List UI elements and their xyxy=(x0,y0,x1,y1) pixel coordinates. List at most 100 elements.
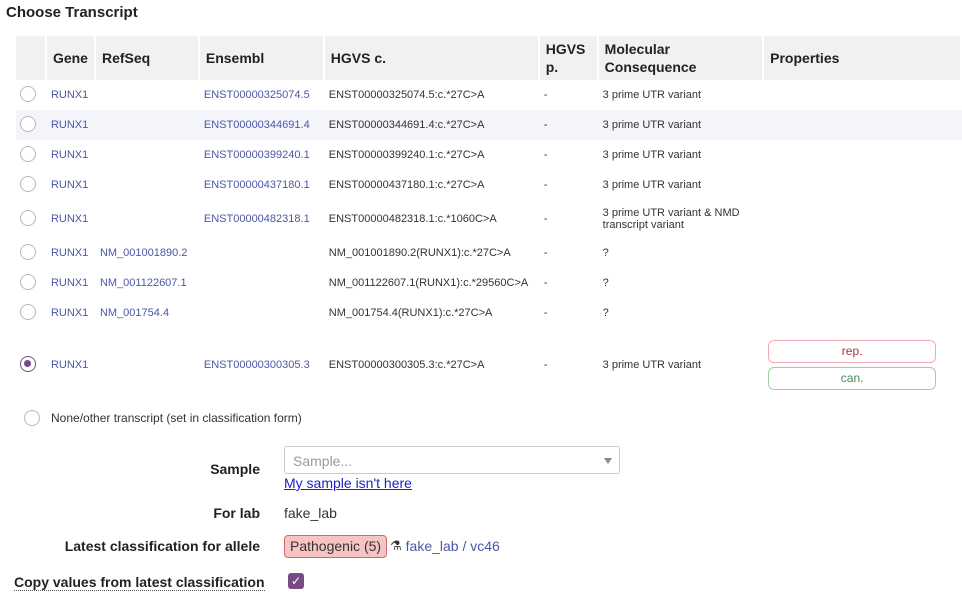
gene-link[interactable]: RUNX1 xyxy=(51,119,88,131)
table-row-selected[interactable]: RUNX1 ENST00000300305.3 ENST00000300305.… xyxy=(16,328,962,402)
sample-label: Sample xyxy=(210,461,260,477)
header-hgvs-c: HGVS c. xyxy=(324,36,540,80)
consequence-cell: 3 prime UTR variant xyxy=(602,149,702,161)
gene-link[interactable]: RUNX1 xyxy=(51,247,88,259)
sample-select[interactable]: Sample... xyxy=(284,446,620,474)
properties-cell: rep. can. xyxy=(764,328,962,402)
ensembl-link[interactable]: ENST00000300305.3 xyxy=(204,359,310,371)
transcript-table: Gene RefSeq Ensembl HGVS c. HGVS p. Mole… xyxy=(16,36,962,402)
transcript-radio[interactable] xyxy=(20,243,36,260)
ensembl-link[interactable]: ENST00000344691.4 xyxy=(204,119,310,131)
consequence-cell: 3 prime UTR variant xyxy=(602,89,702,101)
ensembl-link[interactable]: ENST00000325074.5 xyxy=(204,89,310,101)
transcript-radio[interactable] xyxy=(20,175,36,192)
header-refseq: RefSeq xyxy=(95,36,200,80)
row-select-cell[interactable] xyxy=(16,110,47,140)
row-select-cell[interactable] xyxy=(16,298,47,328)
refseq-link[interactable]: NM_001754.4 xyxy=(100,307,169,319)
transcript-radio[interactable] xyxy=(20,115,36,132)
table-row[interactable]: RUNX1 NM_001122607.1 NM_001122607.1(RUNX… xyxy=(16,268,962,298)
properties-cell xyxy=(764,170,962,200)
hgvs-c-cell: NM_001001890.2(RUNX1):c.*27C>A xyxy=(328,247,511,259)
table-row[interactable]: RUNX1 ENST00000482318.1 ENST00000482318.… xyxy=(16,200,962,238)
page-title: Choose Transcript xyxy=(6,4,138,21)
none-transcript-option[interactable]: None/other transcript (set in classifica… xyxy=(24,410,302,426)
properties-cell xyxy=(764,268,962,298)
row-select-cell[interactable] xyxy=(16,170,47,200)
gene-link[interactable]: RUNX1 xyxy=(51,213,88,225)
gene-link[interactable]: RUNX1 xyxy=(51,359,88,371)
properties-cell xyxy=(764,110,962,140)
table-row[interactable]: RUNX1 ENST00000325074.5 ENST00000325074.… xyxy=(16,80,962,110)
copy-values-checkbox[interactable]: ✓ xyxy=(288,573,304,589)
table-row[interactable]: RUNX1 ENST00000344691.4 ENST00000344691.… xyxy=(16,110,962,140)
refseq-link[interactable]: NM_001122607.1 xyxy=(100,277,187,289)
latest-classification-label: Latest classification for allele xyxy=(64,538,260,554)
hgvs-p-cell: - xyxy=(543,247,548,259)
gene-link[interactable]: RUNX1 xyxy=(51,307,88,319)
for-lab-label: For lab xyxy=(213,505,260,521)
hgvs-c-cell: NM_001122607.1(RUNX1):c.*29560C>A xyxy=(328,277,529,289)
consequence-cell: 3 prime UTR variant xyxy=(602,179,702,191)
gene-link[interactable]: RUNX1 xyxy=(51,89,88,101)
ensembl-link[interactable]: ENST00000437180.1 xyxy=(204,179,310,191)
header-molecular-consequence: Molecular Consequence xyxy=(598,36,765,80)
hgvs-p-cell: - xyxy=(543,277,548,289)
properties-cell xyxy=(764,140,962,170)
hgvs-p-cell: - xyxy=(543,359,548,371)
table-row[interactable]: RUNX1 NM_001001890.2 NM_001001890.2(RUNX… xyxy=(16,238,962,268)
hgvs-c-cell: ENST00000344691.4:c.*27C>A xyxy=(324,110,540,140)
ensembl-link[interactable]: ENST00000482318.1 xyxy=(204,213,310,225)
transcript-radio[interactable] xyxy=(20,209,36,226)
gene-link[interactable]: RUNX1 xyxy=(51,179,88,191)
properties-cell xyxy=(764,80,962,110)
row-select-cell[interactable] xyxy=(16,140,47,170)
hgvs-p-cell: - xyxy=(543,213,548,225)
gene-link[interactable]: RUNX1 xyxy=(51,277,88,289)
canonical-badge: can. xyxy=(768,367,937,390)
hgvs-c-cell: ENST00000325074.5:c.*27C>A xyxy=(328,89,485,101)
gene-link[interactable]: RUNX1 xyxy=(51,149,88,161)
hgvs-p-cell: - xyxy=(539,110,599,140)
chevron-down-icon xyxy=(604,458,612,464)
for-lab-value: fake_lab xyxy=(284,505,337,521)
properties-cell xyxy=(764,238,962,268)
transcript-radio[interactable] xyxy=(20,273,36,290)
row-select-cell[interactable] xyxy=(16,328,47,402)
hgvs-c-cell: ENST00000482318.1:c.*1060C>A xyxy=(328,213,497,225)
latest-classification-link[interactable]: ⚗ fake_lab / vc46 xyxy=(390,538,500,554)
refseq-link[interactable]: NM_001001890.2 xyxy=(100,247,187,259)
latest-classification-link-text[interactable]: fake_lab / vc46 xyxy=(406,538,500,554)
hgvs-p-cell: - xyxy=(543,89,548,101)
properties-cell xyxy=(764,298,962,328)
lab-flask-icon: ⚗ xyxy=(390,538,402,553)
representative-badge: rep. xyxy=(768,340,937,363)
hgvs-c-cell: ENST00000300305.3:c.*27C>A xyxy=(328,359,485,371)
table-header-row: Gene RefSeq Ensembl HGVS c. HGVS p. Mole… xyxy=(16,36,962,80)
consequence-cell: 3 prime UTR variant xyxy=(598,110,765,140)
row-select-cell[interactable] xyxy=(16,268,47,298)
hgvs-p-cell: - xyxy=(543,307,548,319)
consequence-cell: 3 prime UTR variant xyxy=(602,359,702,371)
header-hgvs-p: HGVS p. xyxy=(539,36,599,80)
transcript-radio[interactable] xyxy=(20,145,36,162)
table-row[interactable]: RUNX1 NM_001754.4 NM_001754.4(RUNX1):c.*… xyxy=(16,298,962,328)
row-select-cell[interactable] xyxy=(16,200,47,238)
transcript-radio[interactable] xyxy=(20,85,36,102)
none-transcript-radio[interactable] xyxy=(24,410,40,426)
table-row[interactable]: RUNX1 ENST00000399240.1 ENST00000399240.… xyxy=(16,140,962,170)
sample-placeholder: Sample... xyxy=(293,453,353,469)
classification-badge: Pathogenic (5) xyxy=(284,535,388,558)
hgvs-c-cell: ENST00000437180.1:c.*27C>A xyxy=(328,179,485,191)
row-select-cell[interactable] xyxy=(16,238,47,268)
consequence-cell: ? xyxy=(602,247,609,259)
ensembl-link[interactable]: ENST00000399240.1 xyxy=(204,149,310,161)
header-gene: Gene xyxy=(46,36,96,80)
table-row[interactable]: RUNX1 ENST00000437180.1 ENST00000437180.… xyxy=(16,170,962,200)
hgvs-c-cell: NM_001754.4(RUNX1):c.*27C>A xyxy=(328,307,493,319)
transcript-radio[interactable] xyxy=(20,303,36,320)
sample-missing-link[interactable]: My sample isn't here xyxy=(284,475,412,491)
consequence-cell: ? xyxy=(602,277,609,289)
transcript-radio-checked[interactable] xyxy=(20,355,36,372)
row-select-cell[interactable] xyxy=(16,80,47,110)
